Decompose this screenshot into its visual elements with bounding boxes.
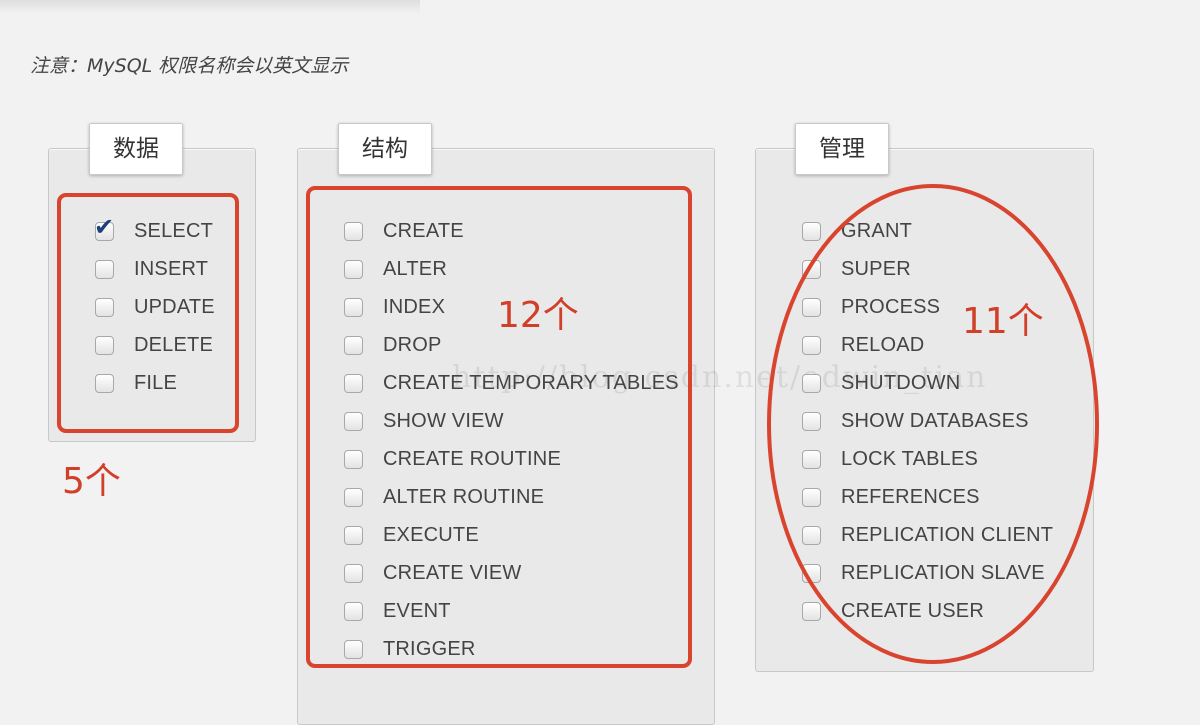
count-admin: 11个	[962, 301, 1044, 342]
privilege-note: 注意：MySQL 权限名称会以英文显示	[30, 55, 349, 77]
annotation-box-structure	[306, 186, 692, 668]
panel-data-title: 数据	[89, 123, 183, 175]
top-edge-shadow	[0, 0, 420, 14]
count-structure: 12个	[497, 295, 579, 336]
annotation-ellipse-admin	[767, 184, 1099, 664]
panel-structure-title: 结构	[338, 123, 432, 175]
count-data: 5个	[62, 461, 121, 502]
annotation-box-data	[57, 193, 239, 433]
panel-admin-title: 管理	[795, 123, 889, 175]
